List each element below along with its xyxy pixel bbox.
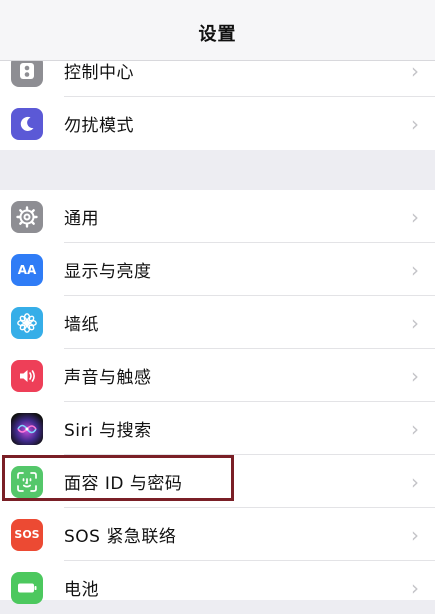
settings-item-label: 电池 bbox=[64, 580, 99, 600]
settings-item-label: 勿扰模式 bbox=[64, 116, 134, 136]
settings-item-label: 墙纸 bbox=[64, 315, 99, 335]
moon-icon bbox=[11, 107, 43, 140]
settings-item-label: 控制中心 bbox=[64, 63, 134, 83]
chevron-right-icon: › bbox=[411, 257, 419, 282]
sos-icon: SOS bbox=[11, 518, 43, 551]
display-aa-icon: AA bbox=[11, 253, 43, 286]
settings-item-do-not-disturb[interactable]: 勿扰模式 › bbox=[0, 97, 435, 150]
page-title: 设置 bbox=[198, 24, 237, 45]
settings-item-label: 显示与亮度 bbox=[64, 262, 152, 282]
battery-icon bbox=[11, 571, 43, 604]
gear-icon bbox=[11, 200, 43, 233]
settings-item-label: SOS 紧急联络 bbox=[64, 527, 177, 547]
settings-item-face-id-passcode[interactable]: 面容 ID 与密码 › bbox=[0, 455, 435, 508]
chevron-right-icon: › bbox=[411, 575, 419, 600]
settings-item-label: 通用 bbox=[64, 209, 99, 229]
chevron-right-icon: › bbox=[411, 111, 419, 136]
settings-item-display-brightness[interactable]: AA 显示与亮度 › bbox=[0, 243, 435, 296]
settings-item-sounds-haptics[interactable]: 声音与触感 › bbox=[0, 349, 435, 402]
settings-item-siri-search[interactable]: Siri 与搜索 › bbox=[0, 402, 435, 455]
settings-item-wallpaper[interactable]: 墙纸 › bbox=[0, 296, 435, 349]
settings-item-label: Siri 与搜索 bbox=[64, 421, 152, 441]
chevron-right-icon: › bbox=[411, 310, 419, 335]
chevron-right-icon: › bbox=[411, 204, 419, 229]
settings-item-label: 声音与触感 bbox=[64, 368, 152, 388]
chevron-right-icon: › bbox=[411, 58, 419, 83]
settings-item-label: 面容 ID 与密码 bbox=[64, 474, 183, 494]
speaker-icon bbox=[11, 359, 43, 392]
face-id-icon bbox=[11, 465, 43, 498]
chevron-right-icon: › bbox=[411, 469, 419, 494]
settings-group-2: 通用 › AA 显示与亮度 › 墙纸 › 声音与触感 › Siri 与搜索 › … bbox=[0, 190, 435, 604]
settings-item-general[interactable]: 通用 › bbox=[0, 190, 435, 243]
settings-item-battery[interactable]: 电池 › bbox=[0, 561, 435, 614]
chevron-right-icon: › bbox=[411, 416, 419, 441]
navigation-bar: 设置 bbox=[0, 0, 435, 61]
siri-icon bbox=[11, 412, 43, 445]
chevron-right-icon: › bbox=[411, 363, 419, 388]
flower-icon bbox=[11, 306, 43, 339]
chevron-right-icon: › bbox=[411, 522, 419, 547]
settings-item-emergency-sos[interactable]: SOS SOS 紧急联络 › bbox=[0, 508, 435, 561]
